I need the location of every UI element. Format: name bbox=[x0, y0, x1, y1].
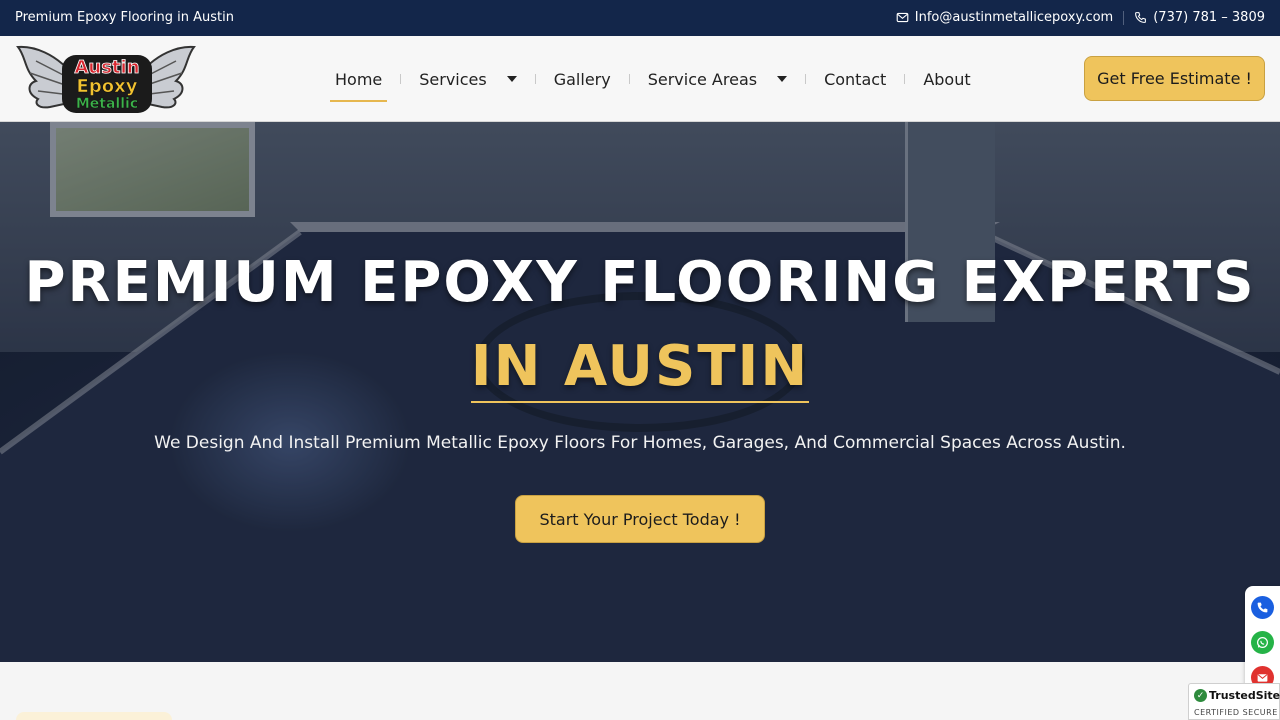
envelope-icon bbox=[896, 12, 909, 23]
email-text: Info@austinmetallicepoxy.com bbox=[914, 10, 1114, 25]
nav-label-about: About bbox=[923, 69, 971, 89]
hero-title: PREMIUM EPOXY FLOORING EXPERTS bbox=[24, 250, 1256, 315]
main-nav: Home Services Gallery Service Areas Cont… bbox=[330, 36, 976, 122]
site-header: Austin Epoxy Metallic Home Services Gall… bbox=[0, 36, 1280, 122]
nav-item-contact[interactable]: Contact bbox=[819, 36, 891, 122]
nav-divider bbox=[628, 74, 630, 84]
whatsapp-icon bbox=[1257, 637, 1268, 648]
nav-item-services[interactable]: Services bbox=[414, 36, 521, 122]
phone-icon bbox=[1257, 602, 1268, 613]
next-section-peek bbox=[16, 712, 172, 720]
phone-icon bbox=[1135, 12, 1147, 23]
trustedsite-title: TrustedSite bbox=[1209, 689, 1280, 702]
nav-item-about[interactable]: About bbox=[918, 36, 975, 122]
logo-text-metallic: Metallic bbox=[76, 96, 138, 112]
nav-label-services: Services bbox=[419, 69, 487, 89]
top-bar-tagline: Premium Epoxy Flooring in Austin bbox=[15, 10, 234, 25]
nav-item-service-areas[interactable]: Service Areas bbox=[643, 36, 792, 122]
nav-label-home: Home bbox=[335, 69, 383, 89]
phone-text: (737) 781 – 3809 bbox=[1153, 10, 1265, 25]
floating-phone-button[interactable] bbox=[1251, 596, 1274, 619]
nav-label-service-areas: Service Areas bbox=[647, 69, 758, 89]
top-bar: Premium Epoxy Flooring in Austin Info@au… bbox=[0, 0, 1280, 36]
logo-text-epoxy: Epoxy bbox=[77, 76, 138, 97]
nav-divider bbox=[400, 74, 402, 84]
nav-item-home[interactable]: Home bbox=[330, 36, 388, 122]
trustedsite-subtitle: CERTIFIED SECURE bbox=[1194, 708, 1278, 717]
hero-lead: We Design And Install Premium Metallic E… bbox=[154, 433, 1126, 453]
caret-down-icon bbox=[777, 76, 788, 82]
nav-divider bbox=[805, 74, 807, 84]
logo-graphic: Austin Epoxy Metallic bbox=[16, 45, 196, 113]
start-project-button[interactable]: Start Your Project Today ! bbox=[515, 495, 765, 543]
floating-whatsapp-button[interactable] bbox=[1251, 631, 1274, 654]
trustedsite-title-row: ✓ TrustedSite bbox=[1194, 689, 1280, 702]
phone-link[interactable]: (737) 781 – 3809 bbox=[1134, 10, 1265, 25]
caret-down-icon bbox=[506, 76, 517, 82]
hero-subtitle: IN AUSTIN bbox=[470, 334, 810, 403]
nav-divider bbox=[904, 74, 906, 84]
trustedsite-badge[interactable]: ✓ TrustedSite CERTIFIED SECURE bbox=[1188, 683, 1280, 720]
hero-section: PREMIUM EPOXY FLOORING EXPERTS IN AUSTIN… bbox=[0, 122, 1280, 662]
floating-contact-bar bbox=[1245, 586, 1280, 696]
check-icon: ✓ bbox=[1194, 689, 1207, 702]
get-free-estimate-button[interactable]: Get Free Estimate ! bbox=[1084, 56, 1265, 101]
nav-label-gallery: Gallery bbox=[553, 69, 611, 89]
site-logo[interactable]: Austin Epoxy Metallic bbox=[16, 41, 196, 117]
top-bar-contact: Info@austinmetallicepoxy.com (737) 781 –… bbox=[896, 10, 1265, 25]
contact-divider bbox=[1123, 10, 1125, 25]
email-link[interactable]: Info@austinmetallicepoxy.com bbox=[896, 10, 1113, 25]
nav-label-contact: Contact bbox=[824, 69, 887, 89]
logo-text-austin: Austin bbox=[74, 57, 139, 78]
nav-divider bbox=[534, 74, 536, 84]
hero-subtitle-wrap: IN AUSTIN bbox=[0, 334, 1280, 403]
nav-item-gallery[interactable]: Gallery bbox=[549, 36, 616, 122]
